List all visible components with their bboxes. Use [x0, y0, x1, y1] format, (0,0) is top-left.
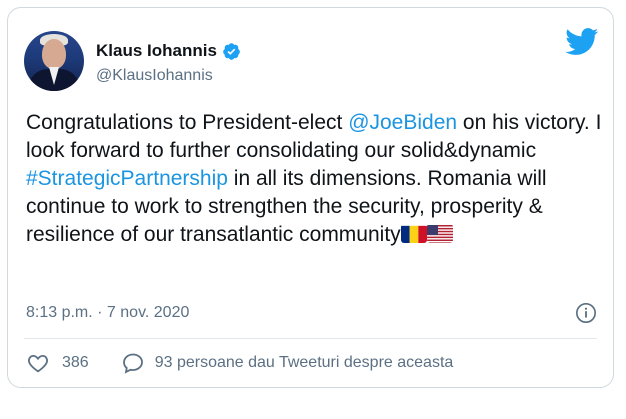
replies-text: 93 persoane dau Tweeturi despre aceasta	[154, 354, 454, 371]
heart-icon[interactable]	[26, 351, 50, 375]
hashtag-link[interactable]: #StrategicPartnership	[26, 167, 228, 190]
tweet-text: Congratulations to President-elect @JoeB…	[26, 109, 606, 249]
like-button[interactable]: 386	[26, 351, 89, 375]
replies-link[interactable]: 93 persoane dau Tweeturi despre aceasta	[121, 351, 454, 375]
author-name-row[interactable]: Klaus Iohannis	[96, 41, 241, 61]
avatar[interactable]	[24, 31, 84, 91]
verified-badge-icon	[223, 42, 240, 60]
info-icon[interactable]	[575, 302, 597, 324]
like-count: 386	[62, 354, 89, 371]
twitter-bird-icon[interactable]	[565, 28, 599, 56]
tweet-text-part1: Congratulations to President-elect	[26, 111, 349, 134]
avatar-face	[42, 39, 66, 69]
tweet-actions: 386 93 persoane dau Tweeturi despre acea…	[26, 351, 453, 375]
author-name[interactable]: Klaus Iohannis	[96, 41, 217, 61]
author-handle[interactable]: @KlausIohannis	[96, 67, 213, 85]
tweet-card[interactable]: Klaus Iohannis @KlausIohannis Congratula…	[7, 7, 614, 388]
mention-link[interactable]: @JoeBiden	[348, 111, 457, 134]
romania-flag-icon	[400, 224, 427, 243]
divider	[24, 338, 597, 339]
usa-flag-icon	[426, 224, 453, 243]
speech-bubble-icon[interactable]	[121, 351, 145, 375]
tweet-timestamp[interactable]: 8:13 p.m. · 7 nov. 2020	[26, 304, 189, 322]
